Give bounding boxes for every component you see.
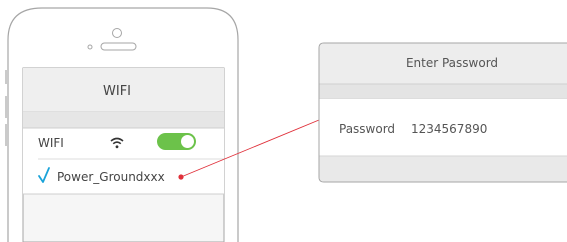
password-field-value[interactable]: 1234567890 bbox=[411, 122, 487, 136]
dialog-band-top bbox=[319, 84, 567, 99]
dialog-band-bottom bbox=[319, 156, 567, 182]
wifi-toggle-knob bbox=[180, 134, 195, 149]
phone: WIFI WIFI Power_Groundxxx bbox=[5, 7, 239, 242]
password-field-label: Password bbox=[339, 122, 395, 136]
network-row[interactable]: Power_Groundxxx bbox=[38, 167, 165, 184]
network-name: Power_Groundxxx bbox=[57, 170, 165, 184]
connector-dot bbox=[178, 174, 184, 180]
wifi-setup-diagram: WIFI WIFI Power_Groundxxx Enter Password… bbox=[5, 7, 567, 242]
password-dialog: Enter Password Password 1234567890 bbox=[318, 42, 567, 183]
phone-separator-band bbox=[23, 112, 224, 128]
phone-header-title: WIFI bbox=[103, 84, 131, 99]
wifi-row-label: WIFI bbox=[38, 136, 64, 150]
wifi-toggle[interactable] bbox=[157, 133, 196, 150]
dialog-title: Enter Password bbox=[406, 56, 498, 70]
